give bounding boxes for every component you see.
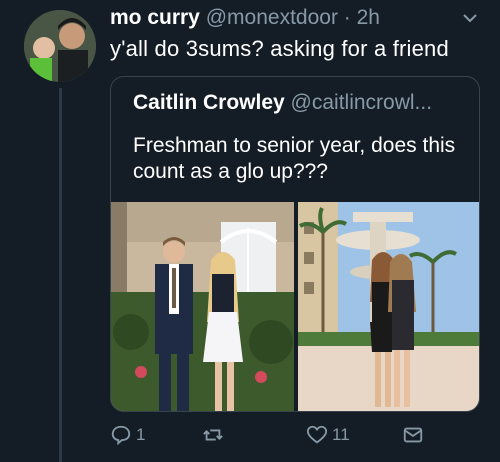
direct-message-icon (403, 427, 423, 443)
quoted-text: Freshman to senior year, does this count… (133, 134, 456, 183)
quoted-handle: @caitlincrowl... (290, 91, 433, 114)
quoted-display-name: Caitlin Crowley (133, 91, 285, 114)
like-count: 11 (332, 425, 350, 444)
like-icon (306, 425, 328, 444)
quoted-photo-left[interactable] (111, 202, 294, 411)
tweet-header: mo curry @monextdoor · 2h (110, 6, 480, 34)
reply-icon (111, 425, 131, 446)
avatar[interactable] (24, 10, 96, 82)
display-name[interactable]: mo curry (110, 6, 200, 29)
handle[interactable]: @monextdoor (206, 6, 338, 29)
separator-dot: · (343, 6, 351, 29)
chevron-down-icon[interactable] (462, 10, 478, 26)
direct-message-button[interactable] (402, 424, 424, 446)
quoted-tweet[interactable]: Caitlin Crowley @caitlincrowl... Freshma… (110, 76, 480, 412)
like-button[interactable]: 11 (306, 424, 350, 446)
action-bar: 1 11 (110, 422, 478, 452)
thread-line (59, 88, 62, 462)
reply-count: 1 (136, 425, 146, 444)
quoted-header: Caitlin Crowley @caitlincrowl... (133, 91, 463, 115)
tweet-text: y'all do 3sums? asking for a friend (110, 36, 449, 61)
quoted-photo-right[interactable] (298, 202, 479, 411)
reply-button[interactable]: 1 (110, 424, 145, 446)
retweet-icon (203, 429, 223, 441)
timestamp[interactable]: 2h (357, 6, 380, 29)
retweet-button[interactable] (202, 424, 228, 446)
